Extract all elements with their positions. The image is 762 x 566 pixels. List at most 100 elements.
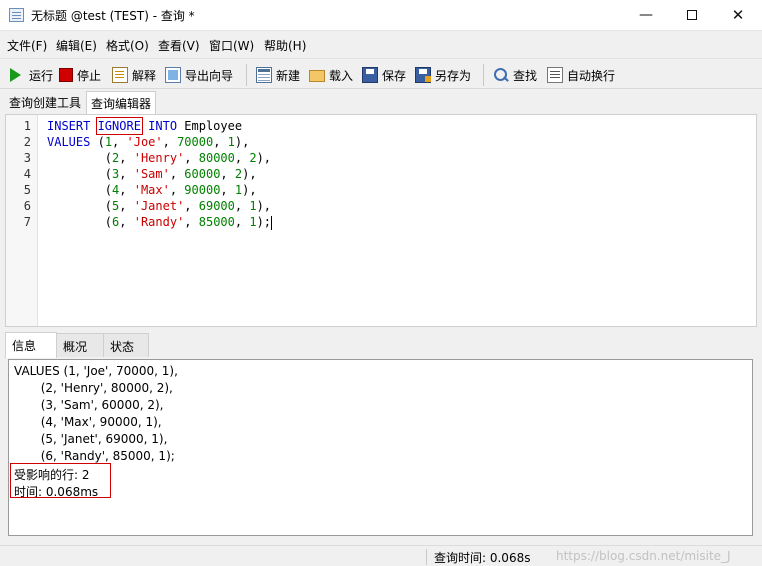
- code-line: (2, 'Henry', 80000, 2),: [47, 151, 271, 165]
- menu-format[interactable]: 格式(O): [106, 37, 149, 54]
- code-token: 1: [249, 199, 257, 213]
- code-token: 70000: [177, 135, 214, 149]
- save-icon: [362, 67, 378, 83]
- message-panel: VALUES (1, 'Joe', 70000, 1), (2, 'Henry'…: [8, 359, 753, 536]
- folder-icon: [309, 70, 325, 82]
- code-token: 'Joe': [126, 135, 163, 149]
- line-number: 4: [23, 167, 31, 181]
- code-token: 80000: [198, 151, 235, 165]
- code-token: ,: [119, 151, 134, 165]
- code-token: ),: [256, 151, 272, 165]
- word-wrap-label: 自动换行: [567, 68, 616, 83]
- editor-tab-bar: 查询创建工具 查询编辑器: [0, 89, 762, 114]
- save-button[interactable]: 保存: [362, 65, 406, 85]
- explain-icon: [112, 67, 128, 83]
- code-token: ,: [169, 167, 185, 181]
- code-token: (: [47, 215, 113, 229]
- code-token: ,: [119, 167, 134, 181]
- highlight-box: [10, 463, 111, 498]
- tab-status[interactable]: 状态: [103, 333, 149, 357]
- code-token: (: [47, 151, 113, 165]
- maximize-button[interactable]: [669, 0, 715, 31]
- tab-query-builder[interactable]: 查询创建工具: [5, 91, 85, 114]
- code-line: VALUES (1, 'Joe', 70000, 1),: [47, 135, 249, 149]
- word-wrap-button[interactable]: 自动换行: [547, 65, 615, 85]
- window-title: 无标题 @test (TEST) - 查询 *: [31, 9, 195, 23]
- code-token: ,: [162, 135, 178, 149]
- message-line: (4, 'Max', 90000, 1),: [14, 415, 162, 429]
- new-label: 新建: [276, 68, 301, 83]
- message-line: VALUES (1, 'Joe', 70000, 1),: [14, 364, 178, 378]
- sql-editor[interactable]: 1 2 3 4 5 6 7 INSERT IGNORE INTO Employe…: [5, 114, 757, 327]
- minimize-button[interactable]: —: [623, 0, 669, 31]
- code-token: ,: [234, 199, 250, 213]
- tab-profile[interactable]: 概况: [56, 333, 104, 357]
- line-number: 3: [23, 151, 31, 165]
- code-token: 'Janet': [133, 199, 185, 213]
- stop-icon: [59, 68, 73, 82]
- code-line: (3, 'Sam', 60000, 2),: [47, 167, 257, 181]
- code-token: 1: [249, 215, 257, 229]
- export-wizard-button[interactable]: 导出向导: [165, 65, 233, 85]
- message-line: (6, 'Randy', 85000, 1);: [14, 449, 175, 463]
- code-line: (4, 'Max', 90000, 1),: [47, 183, 257, 197]
- stop-label: 停止: [77, 68, 102, 83]
- text-caret: [271, 215, 273, 230]
- code-token: );: [256, 215, 272, 229]
- menu-edit[interactable]: 编辑(E): [56, 37, 97, 54]
- save-as-label: 另存为: [435, 68, 472, 83]
- query-time-text: 查询时间: 0.068s: [434, 551, 531, 565]
- code-token: ,: [234, 215, 250, 229]
- word-wrap-icon: [547, 67, 563, 83]
- code-token: ,: [220, 167, 235, 181]
- new-query-icon: [256, 67, 272, 83]
- message-line: (3, 'Sam', 60000, 2),: [14, 398, 164, 412]
- code-token: ),: [242, 167, 257, 181]
- line-number: 6: [23, 199, 31, 213]
- code-token: ,: [220, 183, 235, 197]
- run-button[interactable]: 运行: [8, 65, 53, 85]
- toolbar-separator: [483, 64, 484, 86]
- code-token: Employee: [177, 119, 243, 133]
- code-token: ,: [119, 199, 134, 213]
- load-button[interactable]: 载入: [309, 65, 353, 85]
- stop-button[interactable]: 停止: [59, 65, 101, 85]
- menu-view[interactable]: 查看(V): [158, 37, 200, 54]
- line-number: 2: [23, 135, 31, 149]
- save-label: 保存: [382, 68, 407, 83]
- menu-file[interactable]: 文件(F): [7, 37, 47, 54]
- menu-help[interactable]: 帮助(H): [264, 37, 306, 54]
- menu-window[interactable]: 窗口(W): [209, 37, 254, 54]
- toolbar: 运行 停止 解释 导出向导 新建 载入 保存 另存为 查找 自动换行: [0, 58, 762, 89]
- code-token: ),: [242, 183, 257, 197]
- line-number: 7: [23, 215, 31, 229]
- code-token: ),: [234, 135, 250, 149]
- code-token: ,: [119, 183, 134, 197]
- close-button[interactable]: ✕: [715, 0, 761, 31]
- code-token: ,: [234, 151, 250, 165]
- code-token: 'Max': [133, 183, 170, 197]
- tab-message[interactable]: 信息: [5, 332, 57, 358]
- line-number: 5: [23, 183, 31, 197]
- code-line: (5, 'Janet', 69000, 1),: [47, 199, 271, 213]
- code-token: (: [47, 199, 113, 213]
- save-as-button[interactable]: 另存为: [415, 65, 471, 85]
- find-button[interactable]: 查找: [493, 65, 537, 85]
- code-token: 'Henry': [133, 151, 185, 165]
- new-button[interactable]: 新建: [256, 65, 300, 85]
- message-line: (2, 'Henry', 80000, 2),: [14, 381, 173, 395]
- code-line: INSERT IGNORE INTO Employee: [47, 117, 243, 135]
- code-token: 90000: [184, 183, 221, 197]
- code-token: ,: [184, 199, 199, 213]
- status-bar: 查询时间: 0.068s https://blog.csdn.net/misit…: [0, 545, 762, 566]
- explain-button[interactable]: 解释: [112, 65, 156, 85]
- code-token: INTO: [140, 119, 178, 133]
- code-token: (: [47, 183, 113, 197]
- code-token: 69000: [198, 199, 235, 213]
- code-token: 2: [249, 151, 257, 165]
- query-window-icon: [9, 8, 24, 22]
- code-token: ,: [184, 215, 199, 229]
- title-bar: 无标题 @test (TEST) - 查询 * — ✕: [0, 0, 762, 31]
- code-token: (: [97, 135, 105, 149]
- tab-query-editor[interactable]: 查询编辑器: [86, 91, 157, 114]
